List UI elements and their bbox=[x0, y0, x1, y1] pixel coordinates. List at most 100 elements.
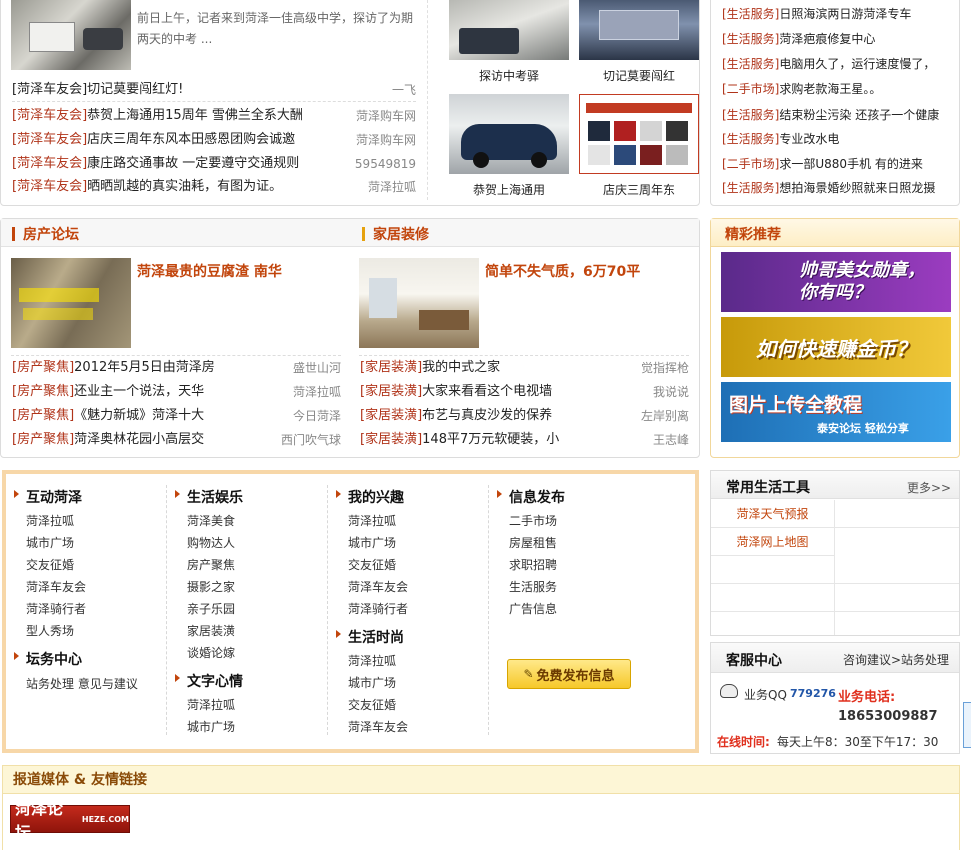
news-row[interactable]: [菏泽车友会]康庄路交通事故 一定要遵守交通规则 59549819 bbox=[12, 153, 416, 175]
home-news-row[interactable]: [家居装潢]大家来看看这个电视墙 我说说 bbox=[360, 381, 689, 403]
nav-link[interactable]: 购物达人 bbox=[187, 534, 235, 551]
nav-link[interactable]: 菏泽骑行者 bbox=[26, 600, 86, 617]
house-forum-header[interactable]: 房产论坛 bbox=[12, 224, 79, 244]
nav-link[interactable]: 菏泽车友会 bbox=[348, 578, 408, 595]
nav-link[interactable]: 房产聚焦 bbox=[187, 556, 235, 573]
news-tag[interactable]: [房产聚焦] bbox=[12, 408, 74, 423]
house-news-row[interactable]: [房产聚焦]2012年5月5日由菏泽房 盛世山河 bbox=[12, 357, 341, 379]
nav-link[interactable]: 菏泽骑行者 bbox=[348, 600, 408, 617]
news-title[interactable]: 布艺与真皮沙发的保养 bbox=[422, 408, 552, 423]
nav-link[interactable]: 型人秀场 bbox=[26, 622, 74, 639]
service-item[interactable]: [生活服务]日照海滨两日游菏泽专车 bbox=[722, 5, 911, 23]
news-row[interactable]: [菏泽车友会]恭贺上海通用15周年 雪佛兰全系大酬 菏泽购车网 bbox=[12, 105, 416, 127]
news-tag[interactable]: [菏泽车友会] bbox=[12, 156, 87, 171]
nav-link[interactable]: 交友征婚 bbox=[348, 696, 396, 713]
service-tag[interactable]: [二手市场] bbox=[722, 82, 779, 96]
nav-link[interactable]: 城市广场 bbox=[348, 534, 396, 551]
photo-caption[interactable]: 店庆三周年东 bbox=[579, 181, 699, 198]
home-decor-header[interactable]: 家居装修 bbox=[362, 224, 429, 244]
service-tag[interactable]: [生活服务] bbox=[722, 7, 779, 21]
news-tag[interactable]: [家居装潢] bbox=[360, 384, 422, 399]
tool-map[interactable]: 菏泽网上地图 bbox=[711, 528, 834, 556]
free-publish-button[interactable]: ✎ 免费发布信息 bbox=[507, 659, 631, 689]
heze-forum-logo[interactable]: 菏泽论坛 HEZE.COM bbox=[10, 799, 130, 842]
nav-link[interactable]: 城市广场 bbox=[348, 674, 396, 691]
service-tag[interactable]: [生活服务] bbox=[722, 57, 779, 71]
nav-section-admin[interactable]: 坛务中心 bbox=[14, 649, 82, 669]
service-title[interactable]: 结束粉尘污染 还孩子一个健康 bbox=[779, 108, 939, 122]
house-news-row[interactable]: [房产聚焦]菏泽奥林花园小高层交 西门吹气球 bbox=[12, 429, 341, 451]
news-title[interactable]: 康庄路交通事故 一定要遵守交通规则 bbox=[87, 156, 299, 171]
photo-caption[interactable]: 探访中考驿 bbox=[449, 67, 569, 84]
house-forum-title[interactable]: 房产论坛 bbox=[23, 227, 79, 243]
service-tag[interactable]: [生活服务] bbox=[722, 32, 779, 46]
nav-link[interactable]: 菏泽车友会 bbox=[348, 718, 408, 735]
news-tag[interactable]: [菏泽车友会] bbox=[12, 179, 87, 194]
service-title[interactable]: 菏泽疤痕修复中心 bbox=[779, 32, 875, 46]
news-tag[interactable]: [房产聚焦] bbox=[12, 360, 74, 375]
nav-link[interactable]: 房屋租售 bbox=[509, 534, 557, 551]
nav-link[interactable]: 城市广场 bbox=[187, 718, 235, 735]
news-title[interactable]: 店庆三周年东风本田感恩团购会诚邀 bbox=[87, 132, 295, 147]
house-news-row[interactable]: [房产聚焦]还业主一个说法，天华 菏泽拉呱 bbox=[12, 381, 341, 403]
nav-link[interactable]: 广告信息 bbox=[509, 600, 557, 617]
service-title[interactable]: 电脑用久了，运行速度慢了， bbox=[779, 57, 935, 71]
service-title[interactable]: 日照海滨两日游菏泽专车 bbox=[779, 7, 911, 21]
headline-row[interactable]: [菏泽车友会]切记莫要闯红灯! 一飞 bbox=[12, 79, 416, 101]
nav-link[interactable]: 菏泽美食 bbox=[187, 512, 235, 529]
news-title[interactable]: 菏泽奥林花园小高层交 bbox=[74, 432, 204, 447]
photo-thumbnail[interactable] bbox=[449, 94, 569, 174]
news-title[interactable]: 还业主一个说法，天华 bbox=[74, 384, 204, 399]
news-tag[interactable]: [菏泽车友会] bbox=[12, 132, 87, 147]
home-feature-title[interactable]: 简单不失气质，6万70平 bbox=[485, 261, 640, 281]
photo-thumbnail[interactable] bbox=[579, 94, 699, 174]
nav-section-entertainment[interactable]: 生活娱乐 bbox=[175, 487, 243, 507]
floating-side-tab[interactable] bbox=[963, 702, 971, 748]
nav-link[interactable]: 菏泽拉呱 bbox=[26, 512, 74, 529]
nav-link[interactable]: 菏泽拉呱 bbox=[187, 696, 235, 713]
service-title[interactable]: 求一部U880手机 有的进来 bbox=[779, 157, 923, 171]
service-item[interactable]: [生活服务]结束粉尘污染 还孩子一个健康 bbox=[722, 106, 939, 124]
medal-banner[interactable]: 帅哥美女勋章，你有吗？ bbox=[721, 252, 951, 312]
nav-link[interactable]: 交友征婚 bbox=[348, 556, 396, 573]
news-title[interactable]: 2012年5月5日由菏泽房 bbox=[74, 360, 215, 375]
news-tag[interactable]: [房产聚焦] bbox=[12, 384, 74, 399]
nav-link[interactable]: 菏泽拉呱 bbox=[348, 512, 396, 529]
photo-caption[interactable]: 切记莫要闯红 bbox=[579, 67, 699, 84]
house-feature-thumbnail[interactable] bbox=[11, 258, 131, 348]
service-item[interactable]: [生活服务]专业改水电 bbox=[722, 130, 839, 148]
news-row[interactable]: [菏泽车友会]晒晒凯越的真实油耗，有图为证。 菏泽拉呱 bbox=[12, 176, 416, 198]
house-news-row[interactable]: [房产聚焦]《魅力新城》菏泽十大 今日菏泽 bbox=[12, 405, 341, 427]
nav-link[interactable]: 生活服务 bbox=[509, 578, 557, 595]
lead-news-thumbnail[interactable] bbox=[11, 0, 131, 70]
home-news-row[interactable]: [家居装潢]我的中式之家 觉指挥枪 bbox=[360, 357, 689, 379]
nav-link[interactable]: 站务处理 意见与建议 bbox=[26, 675, 138, 692]
news-tag[interactable]: [菏泽车友会] bbox=[12, 108, 87, 123]
nav-link[interactable]: 二手市场 bbox=[509, 512, 557, 529]
nav-section-interactive[interactable]: 互动菏泽 bbox=[14, 487, 82, 507]
photo-thumbnail[interactable] bbox=[579, 0, 699, 60]
home-feature-thumbnail[interactable] bbox=[359, 258, 479, 348]
service-title[interactable]: 求购老款海王星。。 bbox=[779, 82, 881, 96]
photo-thumbnail[interactable] bbox=[449, 0, 569, 60]
nav-link[interactable]: 摄影之家 bbox=[187, 578, 235, 595]
service-item[interactable]: [二手市场]求一部U880手机 有的进来 bbox=[722, 155, 923, 173]
nav-link[interactable]: 城市广场 bbox=[26, 534, 74, 551]
service-tag[interactable]: [生活服务] bbox=[722, 132, 779, 146]
news-title[interactable]: 大家来看看这个电视墙 bbox=[422, 384, 552, 399]
nav-section-interests[interactable]: 我的兴趣 bbox=[336, 487, 404, 507]
news-title[interactable]: 恭贺上海通用15周年 雪佛兰全系大酬 bbox=[87, 108, 303, 123]
nav-link[interactable]: 交友征婚 bbox=[26, 556, 74, 573]
nav-link[interactable]: 家居装潢 bbox=[187, 622, 235, 639]
nav-section-publish[interactable]: 信息发布 bbox=[497, 487, 565, 507]
photo-caption[interactable]: 恭贺上海通用 bbox=[449, 181, 569, 198]
tool-weather[interactable]: 菏泽天气预报 bbox=[711, 500, 834, 528]
news-tag[interactable]: [家居装潢] bbox=[360, 408, 422, 423]
nav-link[interactable]: 菏泽拉呱 bbox=[348, 652, 396, 669]
service-item[interactable]: [生活服务]菏泽疤痕修复中心 bbox=[722, 30, 875, 48]
house-feature-title[interactable]: 菏泽最贵的豆腐渣 南华 bbox=[137, 261, 282, 281]
service-center-links[interactable]: 咨询建议>站务处理 bbox=[843, 651, 949, 668]
home-news-row[interactable]: [家居装潢]148平7万元软硬装，小 王志峰 bbox=[360, 429, 689, 451]
upload-tutorial-banner[interactable]: 图片上传全教程 泰安论坛 轻松分享 bbox=[721, 382, 951, 442]
news-tag[interactable]: [家居装潢] bbox=[360, 432, 422, 447]
